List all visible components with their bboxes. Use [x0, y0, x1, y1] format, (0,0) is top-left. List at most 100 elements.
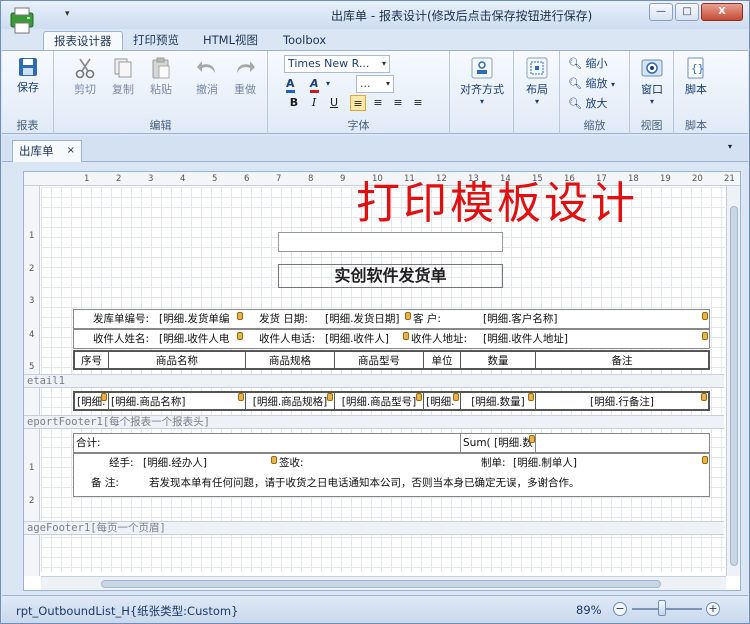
minimize-button[interactable]: —	[649, 3, 673, 21]
field-customer[interactable]: [明细.客户名称]	[483, 311, 558, 327]
note-text[interactable]: 若发现本单有任何问题，请于收货之日电话通知本公司，否则当本身已确定无误，多谢合作…	[149, 475, 580, 491]
zoom-group: 🔍︎ 缩小 🔍︎ 缩放 ▾ 🔍︎ 放大 缩放	[560, 51, 630, 134]
zoom-mode-button[interactable]: 🔍︎ 缩放 ▾	[568, 75, 615, 91]
save-button[interactable]: 保存	[14, 57, 42, 95]
copy-label: 复制	[112, 83, 134, 96]
vertical-scrollbar[interactable]	[726, 186, 740, 576]
tab-html-view[interactable]: HTML视图	[193, 31, 268, 51]
column-header[interactable]: 商品规格	[245, 350, 335, 370]
script-group: {} 脚本 脚本	[674, 51, 718, 134]
align-group: 对齐方式 ▾	[450, 51, 514, 134]
zoom-plus-button[interactable]: +	[706, 602, 720, 616]
clipboard-icon	[152, 57, 170, 79]
field-recipient-address[interactable]: [明细.收件人地址]	[483, 331, 568, 347]
underline-button[interactable]: U	[326, 95, 342, 111]
field-marker-icon	[403, 332, 409, 340]
script-button[interactable]: {} 脚本	[678, 57, 714, 97]
zoom-slider-thumb[interactable]	[658, 600, 666, 616]
report-footer-band-label[interactable]: eportFooter1[每个报表一个报表头]	[24, 415, 724, 429]
zoom-in-icon: 🔍︎	[568, 97, 582, 110]
document-tab[interactable]: 出库单 ×	[12, 140, 82, 162]
text-color-button[interactable]: A	[310, 77, 319, 93]
font-name-select[interactable]: Times New R... ▾	[284, 55, 390, 73]
detail-cell[interactable]: [明细.行备注]	[535, 391, 710, 411]
zoom-minus-button[interactable]: −	[613, 602, 627, 616]
cut-button[interactable]: 剪切	[68, 57, 102, 97]
layout-group: 布局 ▾	[514, 51, 560, 134]
font-size-select[interactable]: ... ▾	[356, 75, 394, 93]
sum-field-cell[interactable]: Sum( [明细.数	[460, 433, 536, 453]
column-header[interactable]: 商品型号	[334, 350, 424, 370]
detail-cell[interactable]: [明细.商品名称]	[108, 391, 246, 411]
align-label: 对齐方式	[460, 83, 504, 96]
quick-access-dropdown[interactable]: ▾	[65, 9, 70, 19]
total-label-cell[interactable]: 合计:	[73, 433, 461, 453]
field-marker-icon	[702, 332, 708, 340]
zoom-in-button[interactable]: 🔍︎ 放大	[568, 95, 607, 111]
field-ship-date[interactable]: [明细.发货日期]	[325, 311, 400, 327]
tab-print-preview[interactable]: 打印预览	[123, 31, 189, 51]
justify-icon[interactable]: ≡	[410, 95, 426, 111]
tab-report-designer[interactable]: 报表设计器	[43, 31, 123, 51]
close-tab-icon[interactable]: ×	[67, 141, 75, 161]
ruler-tick-label: 4	[29, 330, 35, 340]
column-header[interactable]: 序号	[73, 350, 109, 370]
field-order-no[interactable]: [明细.发货单编	[159, 311, 229, 327]
copy-icon	[114, 58, 132, 78]
chevron-down-icon: ▾	[381, 59, 386, 68]
field-maker[interactable]: [明细.制单人]	[513, 455, 577, 471]
zoom-out-icon: 🔍︎	[568, 57, 582, 70]
status-bar: rpt_OutboundList_H{纸张类型:Custom} 89% − +	[2, 595, 748, 623]
text-color-dropdown[interactable]: ▾	[326, 79, 330, 88]
horizontal-scrollbar[interactable]	[41, 576, 726, 590]
bold-button[interactable]: B	[286, 95, 302, 111]
zoom-level: 89%	[576, 603, 602, 617]
detail-cell[interactable]: [明细.商品型号]	[334, 391, 424, 411]
align-button[interactable]: 对齐方式 ▾	[456, 57, 508, 106]
design-grid[interactable]: 实创软件发货单 发库单编号: [明细.发货单编 发货 日期: [明细.发货日期]…	[24, 187, 725, 572]
ruler-tick-label: 4	[180, 174, 186, 184]
italic-button[interactable]: I	[306, 95, 322, 111]
ruler-tick-label: 2	[116, 174, 122, 184]
ruler-tick-label: 5	[212, 174, 218, 184]
redo-button[interactable]: 重做	[228, 57, 262, 97]
column-header[interactable]: 数量	[460, 350, 536, 370]
vertical-scroll-thumb[interactable]	[730, 206, 738, 566]
ruler-tick-label: 6	[244, 174, 250, 184]
empty-header-box[interactable]	[278, 232, 503, 252]
detail-band-label[interactable]: etail1	[24, 374, 724, 388]
total-blank-cell[interactable]	[535, 433, 710, 453]
edit-group: 剪切 复制 粘贴 撤消 重做 编辑	[54, 51, 268, 134]
detail-cell[interactable]: [明细.数量]	[460, 391, 536, 411]
font-color-button[interactable]: A	[286, 77, 295, 93]
undo-button[interactable]: 撤消	[190, 57, 224, 97]
field-recipient-phone[interactable]: [明细.收件人]	[325, 331, 389, 347]
horizontal-scroll-thumb[interactable]	[101, 580, 661, 588]
paste-button[interactable]: 粘贴	[144, 57, 178, 97]
close-button[interactable]: X	[701, 3, 743, 21]
column-header[interactable]: 备注	[535, 350, 710, 370]
tab-toolbox[interactable]: Toolbox	[273, 31, 336, 51]
field-marker-icon	[405, 312, 411, 320]
zoom-out-button[interactable]: 🔍︎ 缩小	[568, 55, 607, 71]
detail-cell[interactable]: [明细.商品规格]	[245, 391, 335, 411]
align-right-icon[interactable]: ≡	[390, 95, 406, 111]
zoom-out-label: 缩小	[585, 57, 608, 70]
column-header[interactable]: 商品名称	[108, 350, 246, 370]
window-button[interactable]: 窗口 ▾	[634, 57, 670, 106]
label-recipient-name: 收件人姓名:	[93, 333, 150, 345]
layout-button[interactable]: 布局 ▾	[518, 57, 556, 106]
field-recipient-name[interactable]: [明细.收件人电	[159, 331, 229, 347]
field-handler[interactable]: [明细.经办人]	[143, 455, 207, 471]
align-center-icon[interactable]: ≡	[370, 95, 386, 111]
tabs-dropdown-icon[interactable]: ▾	[728, 142, 732, 151]
report-title[interactable]: 实创软件发货单	[278, 264, 503, 288]
window-title: 出库单 - 报表设计(修改后点击保存按钮进行保存)	[331, 9, 593, 23]
copy-button[interactable]: 复制	[106, 57, 140, 97]
script-group-label: 脚本	[685, 119, 707, 132]
page-footer-band-label[interactable]: ageFooter1[每页一个页眉]	[24, 521, 724, 535]
align-left-icon[interactable]: ≡	[350, 95, 366, 111]
column-header[interactable]: 单位	[423, 350, 461, 370]
zoom-slider-track[interactable]	[632, 608, 702, 610]
maximize-button[interactable]: □	[675, 3, 699, 21]
